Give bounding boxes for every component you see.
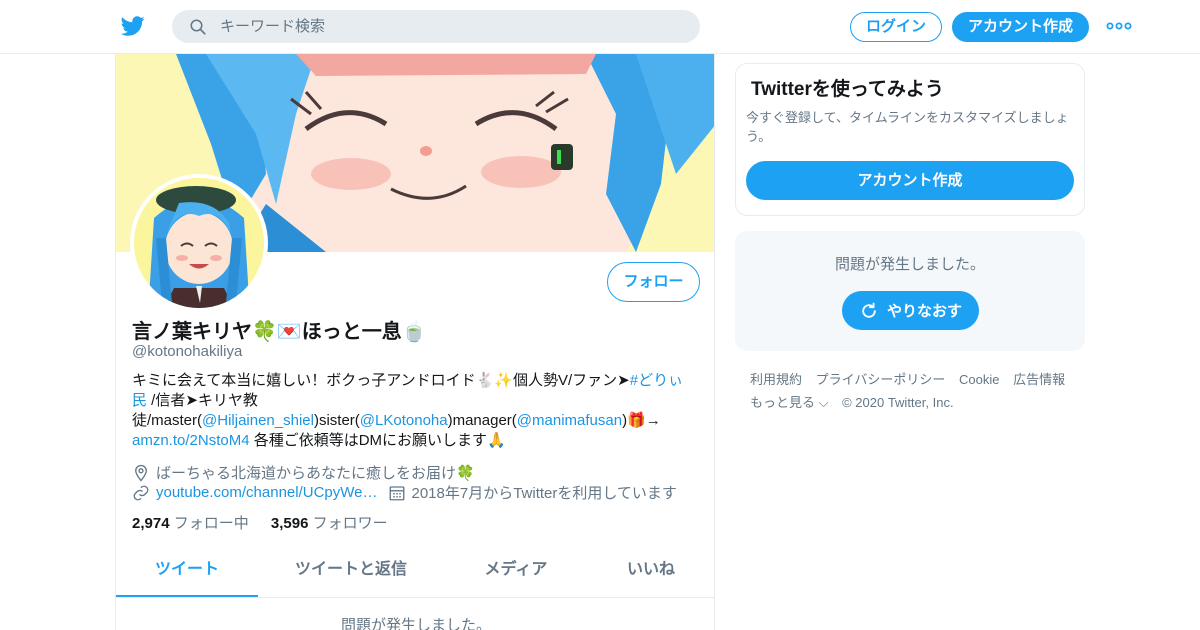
following-count: 2,974 bbox=[132, 515, 170, 532]
profile-name: 言ノ葉キリヤ🍀💌ほっと一息🍵 bbox=[132, 321, 427, 343]
profile-handle[interactable]: @kotonohakiliya bbox=[132, 343, 242, 360]
footer-link-cookie[interactable]: Cookie bbox=[959, 372, 999, 387]
search-icon bbox=[190, 19, 206, 35]
followers-count: 3,596 bbox=[270, 515, 309, 532]
login-button[interactable]: ログイン bbox=[850, 12, 942, 42]
bio-mention-link[interactable]: @Hiljainen_shiel bbox=[202, 412, 314, 429]
profile-tabs: ツイート ツイートと返信 メディア いいね bbox=[116, 550, 714, 598]
profile-location: ばーちゃる北海道からあなたに癒しをお届け🍀 bbox=[156, 465, 475, 482]
tab-media[interactable]: メディア bbox=[456, 550, 576, 597]
link-icon bbox=[133, 485, 149, 500]
signup-promo-button[interactable]: アカウント作成 bbox=[746, 161, 1074, 200]
signup-promo-text: 今すぐ登録して、タイムラインをカスタマイズしましょう。 bbox=[746, 110, 1069, 144]
footer-link-terms[interactable]: 利用規約 bbox=[750, 372, 802, 387]
following-stat[interactable]: 2,974 フォロー中 bbox=[132, 515, 249, 532]
search-box[interactable] bbox=[172, 10, 700, 43]
bio-url-link[interactable]: amzn.to/2NstoM4 bbox=[132, 432, 250, 449]
follow-button[interactable]: フォロー bbox=[607, 262, 700, 302]
bio-mention-link[interactable]: @LKotonoha bbox=[360, 412, 448, 429]
bio-text: )manager( bbox=[447, 412, 517, 429]
timeline-error-message: 問題が発生しました。 bbox=[340, 617, 491, 630]
calendar-icon bbox=[389, 485, 404, 500]
profile-joined-date: 2018年7月からTwitterを利用しています bbox=[411, 485, 677, 502]
tab-tweets-and-replies[interactable]: ツイートと返信 bbox=[271, 550, 431, 597]
following-label: フォロー中 bbox=[173, 515, 249, 532]
bio-text: キミに会えて本当に嬉しい！ボクっ子アンドロイド🐇✨個人勢V/ファン➤ bbox=[132, 372, 630, 389]
footer-link-more[interactable]: もっと見る ⌵ bbox=[750, 395, 828, 410]
followers-label: フォロワー bbox=[312, 515, 388, 532]
signup-promo-card: Twitterを使ってみよう 今すぐ登録して、タイムラインをカスタマイズしましょ… bbox=[735, 63, 1085, 216]
followers-stat[interactable]: 3,596 フォロワー bbox=[271, 515, 388, 532]
signup-promo-title: Twitterを使ってみよう bbox=[751, 79, 944, 100]
profile-column: フォロー 言ノ葉キリヤ🍀💌ほっと一息🍵 @kotonohakiliya キミに会… bbox=[115, 54, 715, 630]
profile-url-link[interactable]: youtube.com/channel/UCpyWe… bbox=[156, 484, 378, 501]
profile-avatar[interactable] bbox=[130, 174, 268, 312]
twitter-bird-icon[interactable] bbox=[120, 14, 146, 38]
retry-label: やりなおす bbox=[886, 303, 962, 320]
footer-link-ads-info[interactable]: 広告情報 bbox=[1013, 372, 1065, 387]
profile-url-row: youtube.com/channel/UCpyWe… 2018年7月からTwi… bbox=[132, 482, 677, 503]
signup-button[interactable]: アカウント作成 bbox=[952, 12, 1089, 42]
profile-stats: 2,974 フォロー中 3,596 フォロワー bbox=[132, 512, 388, 533]
tab-tweets[interactable]: ツイート bbox=[116, 550, 258, 597]
bio-text: )sister( bbox=[313, 412, 360, 429]
top-navigation-bar: ログイン アカウント作成 bbox=[0, 0, 1200, 54]
error-card: 問題が発生しました。 やりなおす bbox=[735, 231, 1085, 351]
footer-link-privacy[interactable]: プライバシーポリシー bbox=[816, 372, 946, 387]
more-options-icon[interactable] bbox=[1106, 18, 1132, 34]
bio-mention-link[interactable]: @manimafusan bbox=[517, 412, 622, 429]
profile-bio: キミに会えて本当に嬉しい！ボクっ子アンドロイド🐇✨個人勢V/ファン➤#どりぃ民 … bbox=[132, 371, 697, 451]
profile-location-row: ばーちゃる北海道からあなたに癒しをお届け🍀 bbox=[132, 462, 475, 483]
footer-copyright: © 2020 Twitter, Inc. bbox=[842, 395, 954, 410]
avatar-illustration bbox=[134, 178, 264, 308]
refresh-icon bbox=[862, 302, 876, 318]
location-pin-icon bbox=[135, 464, 147, 482]
tab-likes[interactable]: いいね bbox=[601, 550, 701, 597]
footer-links: 利用規約 プライバシーポリシー Cookie 広告情報 もっと見る ⌵ © 20… bbox=[750, 368, 1080, 414]
retry-button[interactable]: やりなおす bbox=[842, 291, 979, 330]
bio-text: 各種ご依頼等はDMにお願いします🙏 bbox=[249, 432, 506, 449]
search-input[interactable] bbox=[220, 10, 680, 43]
bio-text: )🎁→ bbox=[622, 412, 661, 429]
error-message: 問題が発生しました。 bbox=[834, 256, 985, 273]
